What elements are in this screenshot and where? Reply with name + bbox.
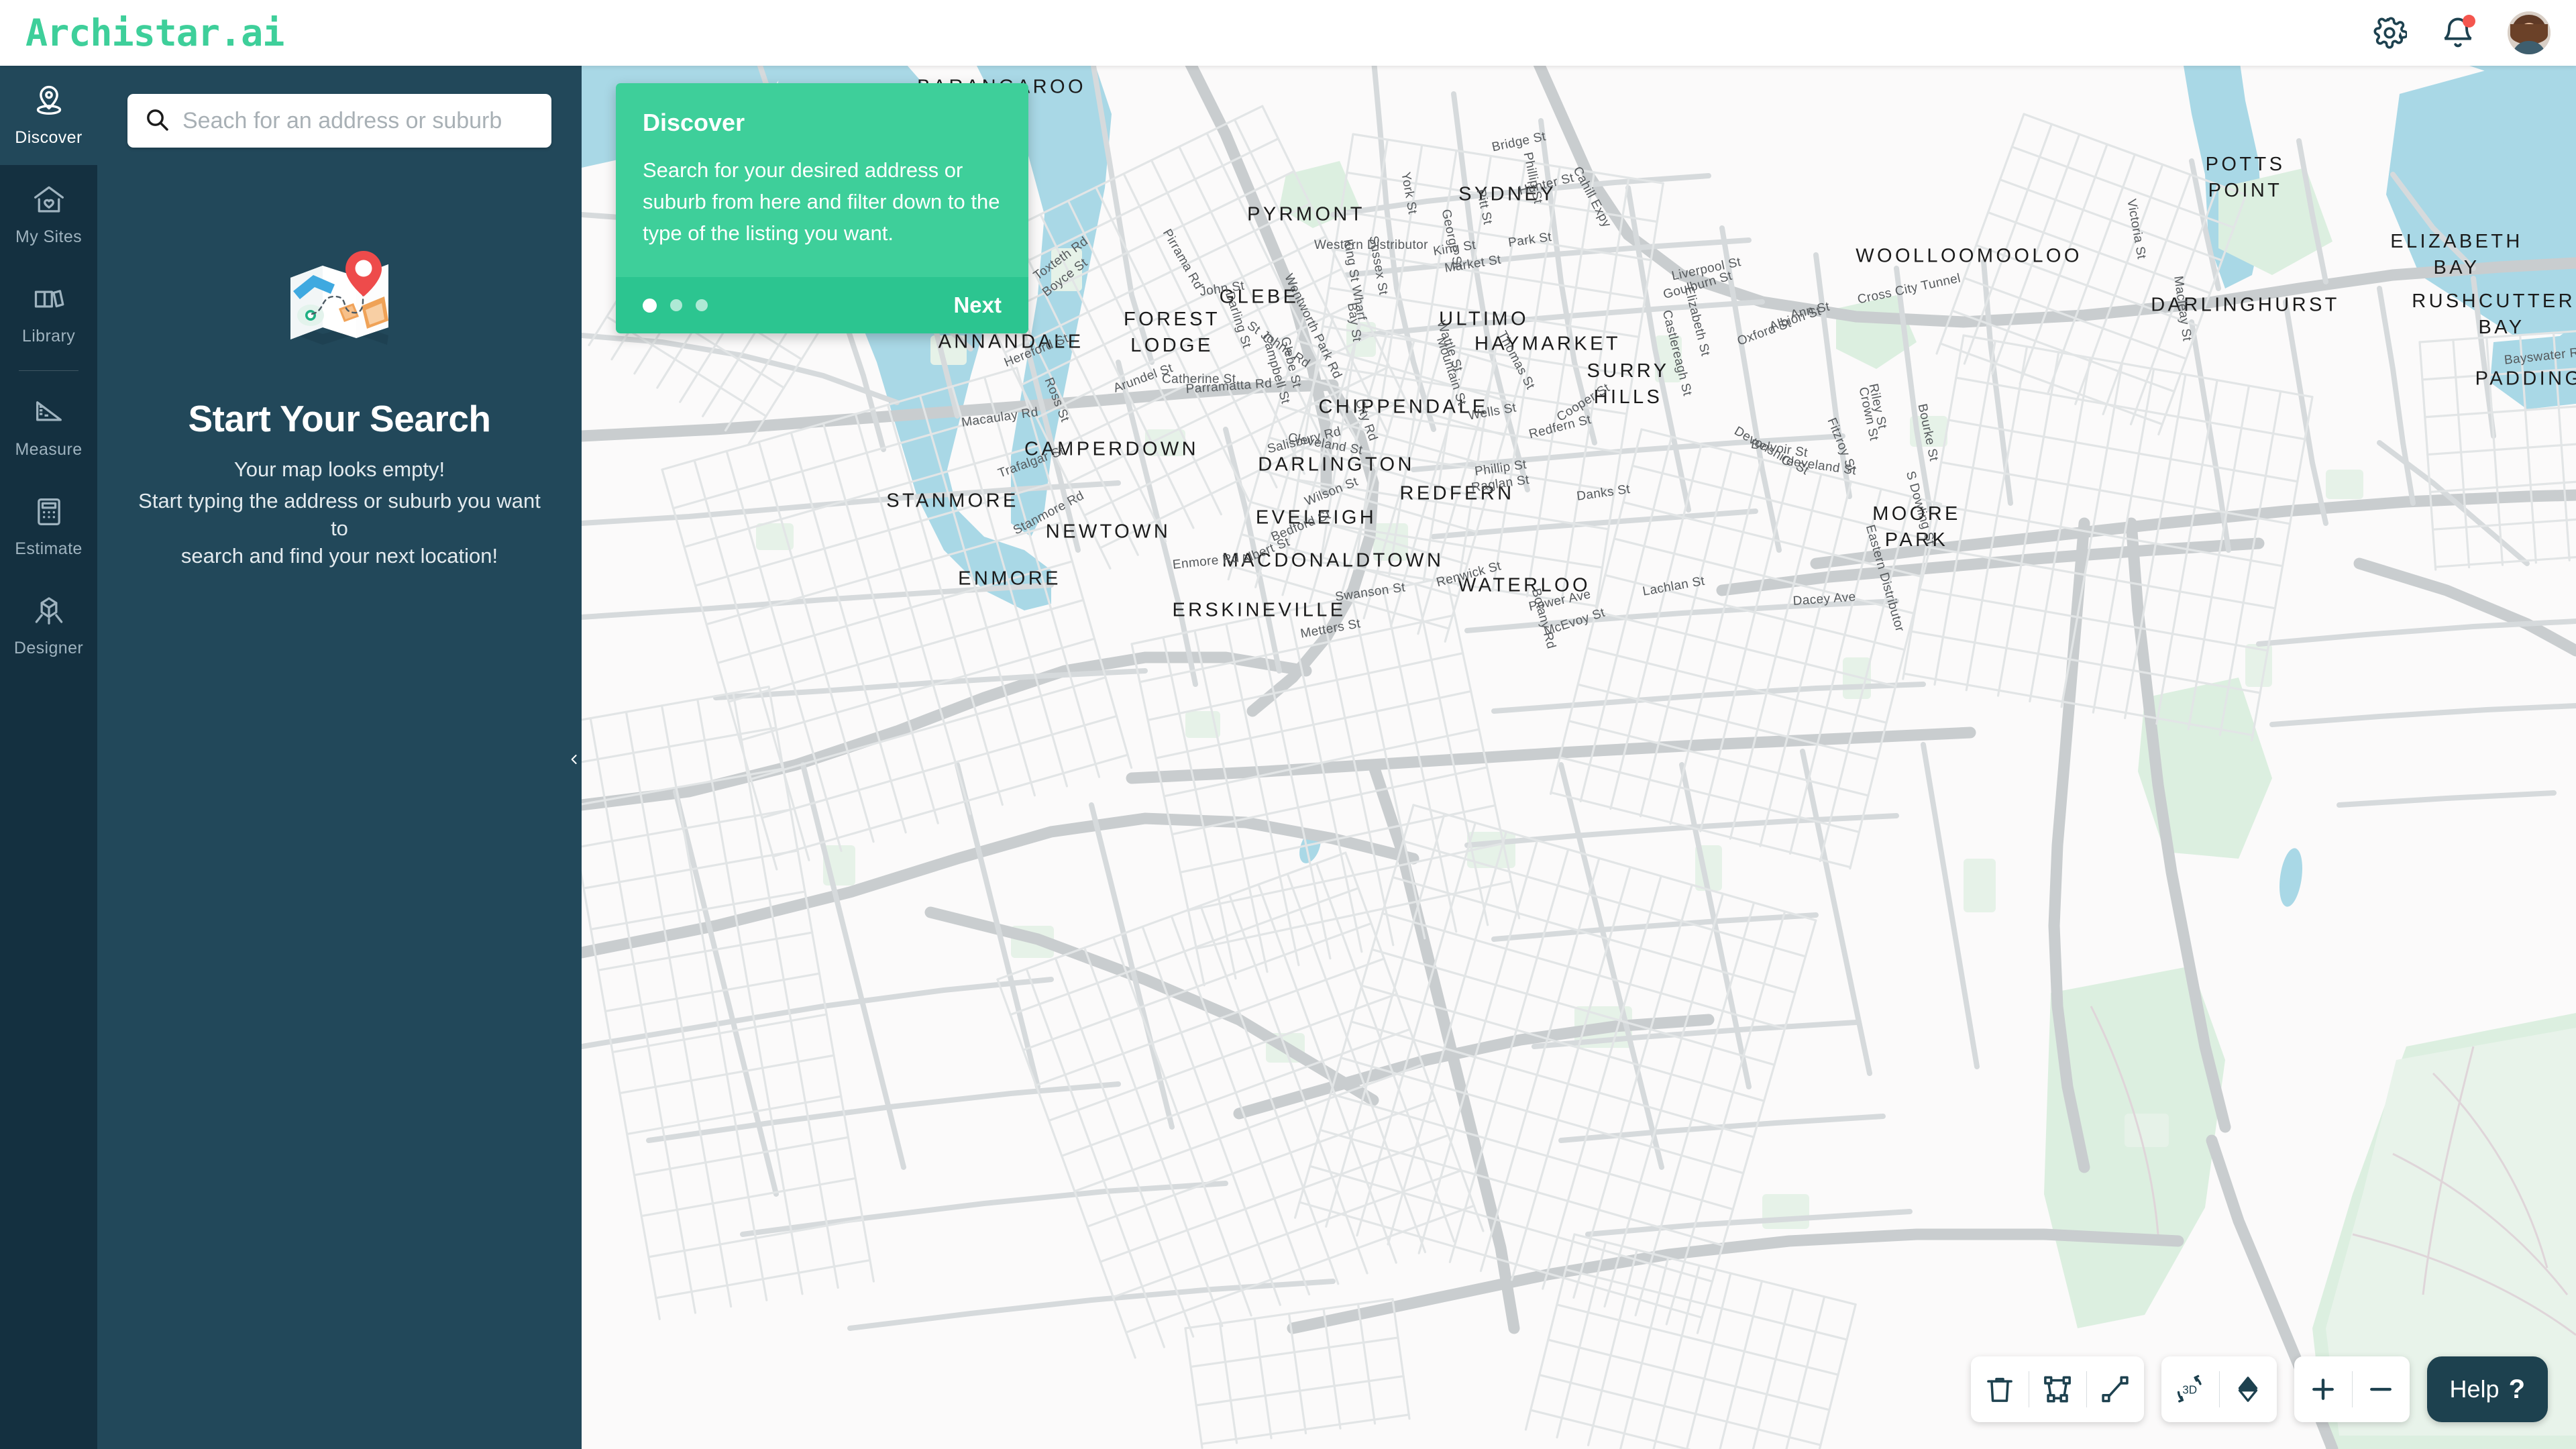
chevron-left-icon bbox=[568, 749, 580, 773]
ruler-triangle-icon bbox=[30, 395, 68, 433]
sidebar-item-label: Library bbox=[21, 327, 76, 345]
view-tools-group: 3D bbox=[2161, 1356, 2277, 1422]
tilt-updown-icon[interactable] bbox=[2218, 1356, 2277, 1422]
sidebar-item-my-sites[interactable]: My Sites bbox=[0, 165, 97, 264]
empty-state: Start Your Search Your map looks empty! … bbox=[97, 227, 582, 570]
sidebar-item-discover[interactable]: Discover bbox=[0, 66, 97, 165]
book-open-icon bbox=[30, 282, 68, 320]
sidebar-item-estimate[interactable]: Estimate bbox=[0, 477, 97, 576]
empty-state-line2: Start typing the address or suburb you w… bbox=[128, 487, 551, 570]
tour-title: Discover bbox=[643, 109, 745, 136]
help-button[interactable]: Help ? bbox=[2426, 1356, 2548, 1422]
search-input[interactable] bbox=[182, 107, 535, 134]
search-icon bbox=[144, 106, 170, 136]
calculator-icon bbox=[30, 494, 68, 533]
sidebar-item-measure[interactable]: Measure bbox=[0, 378, 97, 477]
tour-card-footer: Next bbox=[616, 277, 1028, 334]
sidebar-divider bbox=[19, 370, 78, 371]
draw-tools-group bbox=[1970, 1356, 2144, 1422]
sidebar-item-library[interactable]: Library bbox=[0, 264, 97, 364]
polygon-draw-icon[interactable] bbox=[2028, 1356, 2086, 1422]
tour-description: Search for your desired address or subur… bbox=[643, 158, 1000, 246]
empty-state-line2-text: Start typing the address or suburb you w… bbox=[138, 489, 541, 541]
tour-dot-2[interactable] bbox=[670, 299, 682, 312]
cube-building-icon bbox=[30, 594, 68, 632]
tour-step-dots bbox=[643, 298, 708, 313]
sidebar-item-label: Measure bbox=[15, 440, 83, 459]
panel-collapse-handle[interactable] bbox=[567, 720, 582, 802]
zoom-in-button[interactable] bbox=[2294, 1356, 2352, 1422]
svg-text:3D: 3D bbox=[2182, 1384, 2197, 1397]
three-d-toggle-icon[interactable]: 3D bbox=[2161, 1356, 2219, 1422]
bell-icon[interactable] bbox=[2439, 14, 2477, 52]
tour-dot-1[interactable] bbox=[643, 298, 657, 313]
sidebar-item-label: Estimate bbox=[15, 539, 83, 558]
app-header: Archistar.ai bbox=[0, 0, 2576, 66]
map-pin-icon bbox=[30, 83, 68, 121]
app-root: Archistar.ai Discover My Sites Library M… bbox=[0, 0, 2576, 1449]
sidebar-item-designer[interactable]: Designer bbox=[0, 576, 97, 676]
folded-map-with-pin-illustration bbox=[256, 227, 423, 361]
empty-state-line1: Your map looks empty! bbox=[233, 458, 445, 481]
tour-next-button[interactable]: Next bbox=[953, 292, 1002, 318]
sidebar-item-label: Discover bbox=[15, 128, 83, 147]
zoom-out-button[interactable] bbox=[2351, 1356, 2410, 1422]
tour-dot-3[interactable] bbox=[696, 299, 708, 312]
app-logo[interactable]: Archistar.ai bbox=[25, 11, 284, 54]
sidebar-item-label: Designer bbox=[13, 639, 84, 657]
discover-panel: Start Your Search Your map looks empty! … bbox=[97, 66, 582, 1449]
header-actions bbox=[2371, 11, 2551, 54]
onboarding-tour-card: Discover Search for your desired address… bbox=[616, 83, 1028, 334]
tour-card-body: Discover Search for your desired address… bbox=[616, 83, 1028, 278]
avatar[interactable] bbox=[2508, 11, 2551, 54]
sidebar-item-label: My Sites bbox=[15, 227, 83, 246]
trash-icon[interactable] bbox=[1971, 1356, 2029, 1422]
house-heart-icon bbox=[30, 182, 68, 221]
empty-state-line3-text: search and find your next location! bbox=[180, 544, 498, 568]
search-bar[interactable] bbox=[127, 94, 551, 148]
help-button-label: Help bbox=[2449, 1375, 2500, 1403]
page-title: Start Your Search bbox=[188, 398, 491, 439]
gear-icon[interactable] bbox=[2371, 14, 2408, 52]
line-draw-icon[interactable] bbox=[2086, 1356, 2144, 1422]
question-mark-icon: ? bbox=[2508, 1374, 2525, 1404]
notification-badge bbox=[2463, 15, 2475, 28]
sidebar-nav: Discover My Sites Library Measure Estima… bbox=[0, 66, 97, 1449]
map-controls: 3D Help ? bbox=[1970, 1356, 2548, 1422]
zoom-tools-group bbox=[2294, 1356, 2410, 1422]
